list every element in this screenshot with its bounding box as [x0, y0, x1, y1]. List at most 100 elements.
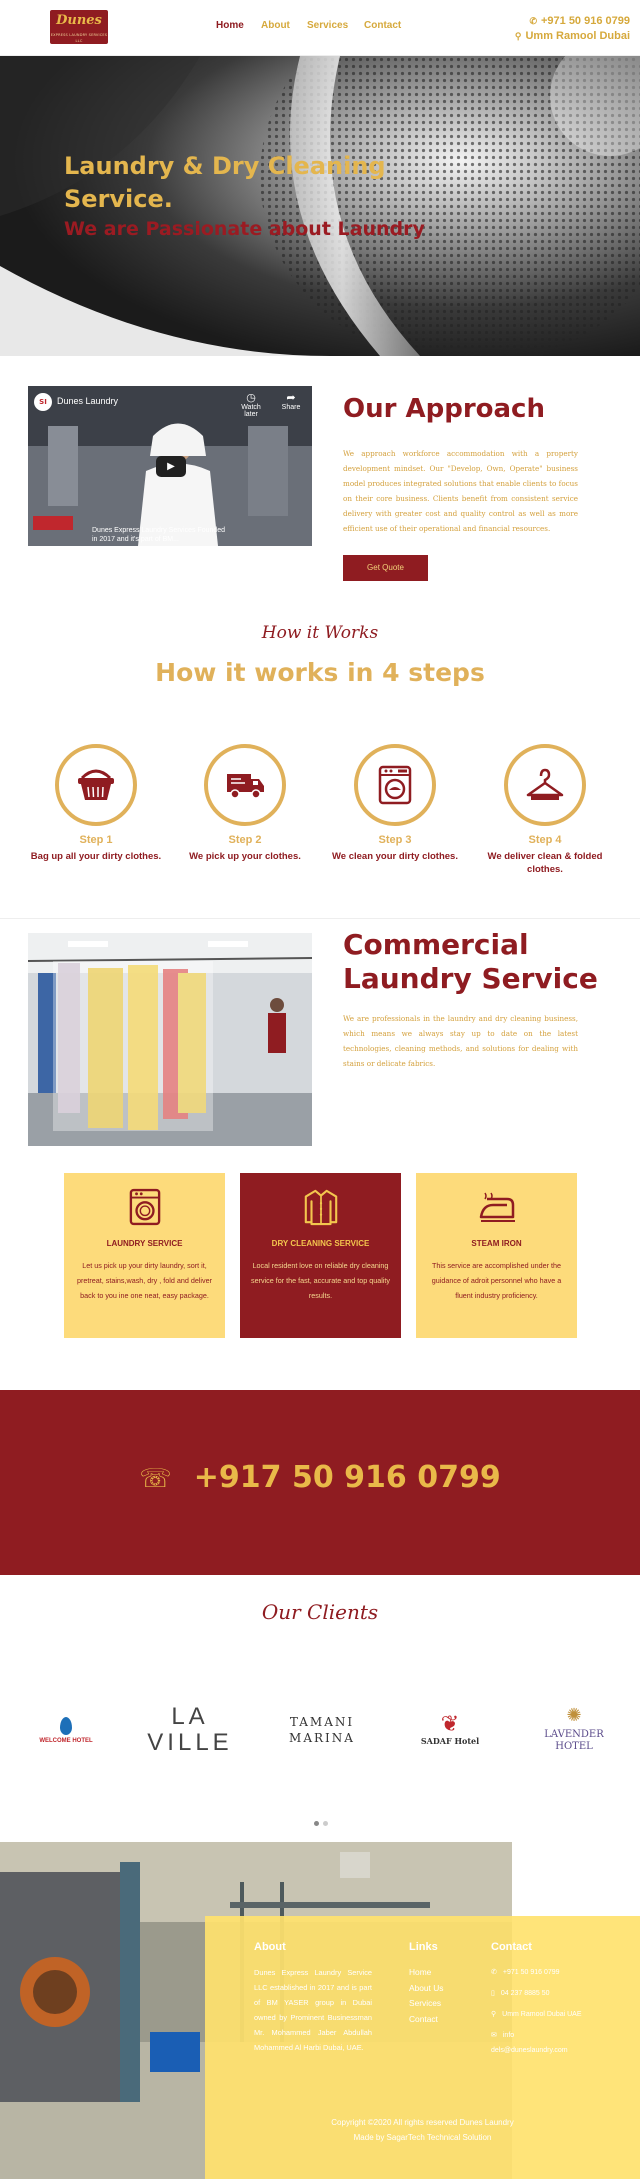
- droplet-icon: [60, 1716, 72, 1735]
- our-clients-script: Our Clients: [261, 1600, 379, 1624]
- site-logo[interactable]: Dunes EXPRESS LAUNDRY SERVICES LLC: [50, 10, 108, 44]
- logo-text: Dunes: [56, 13, 102, 28]
- step-2: Step 2 We pick up your clothes.: [175, 744, 315, 863]
- nav-about[interactable]: About: [261, 20, 290, 31]
- service-card-laundry[interactable]: LAUNDRY SERVICE Let us pick up your dirt…: [64, 1173, 225, 1338]
- service-title: STEAM IRON: [471, 1239, 522, 1248]
- client-name: SADAF Hotel: [420, 1736, 480, 1746]
- header-phone[interactable]: +971 50 916 0799: [541, 15, 630, 27]
- hanger-icon: [526, 768, 564, 800]
- service-text: Local resident love on reliable dry clea…: [250, 1261, 391, 1300]
- footer-contact-title: Contact: [491, 1941, 532, 1953]
- iron-icon: [479, 1192, 515, 1222]
- footer-link-contact[interactable]: Contact: [409, 2012, 479, 2028]
- service-text: This service are accomplished under the …: [431, 1261, 562, 1300]
- step-3-circle: [354, 744, 436, 826]
- video-player[interactable]: SI Dunes Laundry ◷ Watch later ➦ Share ▶ D…: [28, 386, 312, 546]
- service-card-dry-cleaning[interactable]: DRY CLEANING SERVICE Local resident love…: [240, 1173, 401, 1338]
- footer-links-title: Links: [409, 1941, 438, 1953]
- client-logo-sadaf: ❦ SADAF Hotel: [410, 1690, 490, 1770]
- footer-phone-2[interactable]: 04 237 8885 50: [501, 1990, 550, 1997]
- video-caption: Dunes Express Laundry Services Founded i…: [92, 527, 226, 543]
- client-name: LAVENDER HOTEL: [544, 1729, 604, 1752]
- step-4-number: Step 4: [528, 834, 562, 846]
- client-logo-la-ville: LA VILLE: [140, 1690, 240, 1770]
- client-logo-tamani: TAMANI MARINA: [272, 1690, 372, 1770]
- shell-icon: ❦: [440, 1712, 460, 1737]
- email-icon: ✉: [491, 2032, 497, 2039]
- step-3-desc: We clean your dirty clothes.: [331, 851, 458, 862]
- footer-about-title: About: [254, 1941, 286, 1953]
- phone-banner: ☏ +917 50 916 0799: [0, 1390, 640, 1575]
- location-pin-icon: ⚲: [491, 2011, 497, 2018]
- footer-phone[interactable]: +971 50 916 0799: [503, 1969, 560, 1976]
- watch-later-label: Watch later: [241, 404, 261, 418]
- step-1: Step 1 Bag up all your dirty clothes.: [26, 744, 166, 863]
- carousel-dots: [312, 1811, 330, 1830]
- step-3: Step 3 We clean your dirty clothes.: [325, 744, 465, 863]
- footer-link-about[interactable]: About Us: [409, 1981, 479, 1997]
- how-it-works-script: How it Works: [261, 623, 379, 643]
- footer-made-by[interactable]: Made by SagarTech Technical Solution: [205, 2133, 640, 2142]
- watch-later-button[interactable]: ◷ Watch later: [234, 391, 268, 418]
- client-name: WELCOME HOTEL: [39, 1737, 93, 1744]
- banner-phone[interactable]: ☏ +917 50 916 0799: [0, 1460, 640, 1495]
- hero-title: Laundry & Dry Cleaning Service.: [64, 152, 386, 213]
- footer-copyright: Copyright ©2020 All rights reserved Dune…: [331, 2118, 514, 2127]
- step-1-circle: [55, 744, 137, 826]
- nav-contact[interactable]: Contact: [364, 20, 401, 31]
- footer-email[interactable]: dels@duneslaundry.com: [491, 2047, 568, 2054]
- footer-links: Links Home About Us Services Contact: [409, 1941, 479, 2027]
- client-name: LA VILLE: [147, 1703, 233, 1756]
- footer-contact: Contact ✆ +971 50 916 0799 ▯ 04 237 8885 5…: [491, 1941, 611, 2058]
- footer-about: About Dunes Express Laundry Service LLC …: [254, 1941, 372, 2055]
- footer-link-home[interactable]: Home: [409, 1965, 479, 1981]
- step-3-number: Step 3: [378, 834, 412, 846]
- delivery-truck-icon: [227, 774, 264, 799]
- step-2-desc: We pick up your clothes.: [189, 851, 301, 862]
- approach-title: Our Approach: [343, 394, 545, 424]
- nav-home[interactable]: Home: [216, 20, 244, 31]
- service-card-steam-iron[interactable]: STEAM IRON This service are accomplished…: [416, 1173, 577, 1338]
- banner-phone-number: +917 50 916 0799: [193, 1460, 501, 1495]
- step-1-desc: Bag up all your dirty clothes.: [30, 851, 162, 862]
- client-name: TAMANI MARINA: [289, 1715, 355, 1745]
- video-channel-name[interactable]: Dunes Laundry: [57, 396, 118, 406]
- approach-text: We approach workforce accommodation with…: [343, 449, 578, 533]
- garment-bags-photo: [28, 933, 312, 1146]
- nav-services[interactable]: Services: [307, 20, 348, 31]
- share-button[interactable]: ➦ Share: [276, 391, 306, 411]
- shirt-icon: [304, 1189, 337, 1226]
- logo-subtext: EXPRESS LAUNDRY SERVICES LLC: [50, 33, 108, 43]
- phone-icon: ✆: [491, 1969, 497, 1976]
- clients-carousel[interactable]: WELCOME HOTEL LA VILLE TAMANI MARINA ❦ S…: [0, 1690, 640, 1770]
- step-2-circle: [204, 744, 286, 826]
- footer-link-services[interactable]: Services: [409, 1996, 479, 2012]
- client-logo-welcome-hotel: WELCOME HOTEL: [26, 1690, 106, 1770]
- step-4-circle: [504, 744, 586, 826]
- service-text: Let us pick up your dirty laundry, sort …: [76, 1261, 213, 1300]
- carousel-dot[interactable]: [323, 1821, 328, 1826]
- service-title: DRY CLEANING SERVICE: [271, 1239, 370, 1248]
- location-pin-icon: ⚲: [514, 31, 522, 41]
- channel-avatar[interactable]: SI: [34, 393, 52, 411]
- step-2-number: Step 2: [228, 834, 262, 846]
- step-4: Step 4 We deliver clean & folded clothes…: [475, 744, 615, 876]
- client-logo-lavender: ✺ LAVENDER HOTEL: [528, 1690, 620, 1770]
- get-quote-button[interactable]: Get Quote: [343, 555, 428, 581]
- clock-icon: ◷: [246, 392, 256, 404]
- footer-email-label: info: [502, 2032, 515, 2039]
- play-button-icon[interactable]: ▶: [156, 456, 186, 477]
- laundry-basket-icon: [78, 769, 114, 800]
- header-location: Umm Ramool Dubai: [525, 30, 630, 42]
- step-1-number: Step 1: [79, 834, 113, 846]
- commercial-title: Commercial Laundry Service: [343, 928, 598, 995]
- share-label: Share: [281, 404, 301, 411]
- service-title: LAUNDRY SERVICE: [106, 1239, 183, 1248]
- site-header: Dunes EXPRESS LAUNDRY SERVICES LLC Home …: [0, 0, 640, 56]
- hero-subtitle: We are Passionate about Laundry: [64, 218, 425, 240]
- washing-machine-icon: [129, 1188, 160, 1226]
- header-contact: ✆ +971 50 916 0799 ⚲ Umm Ramool Dubai: [515, 14, 630, 44]
- share-icon: ➦: [286, 392, 296, 404]
- carousel-dot-active[interactable]: [314, 1821, 319, 1826]
